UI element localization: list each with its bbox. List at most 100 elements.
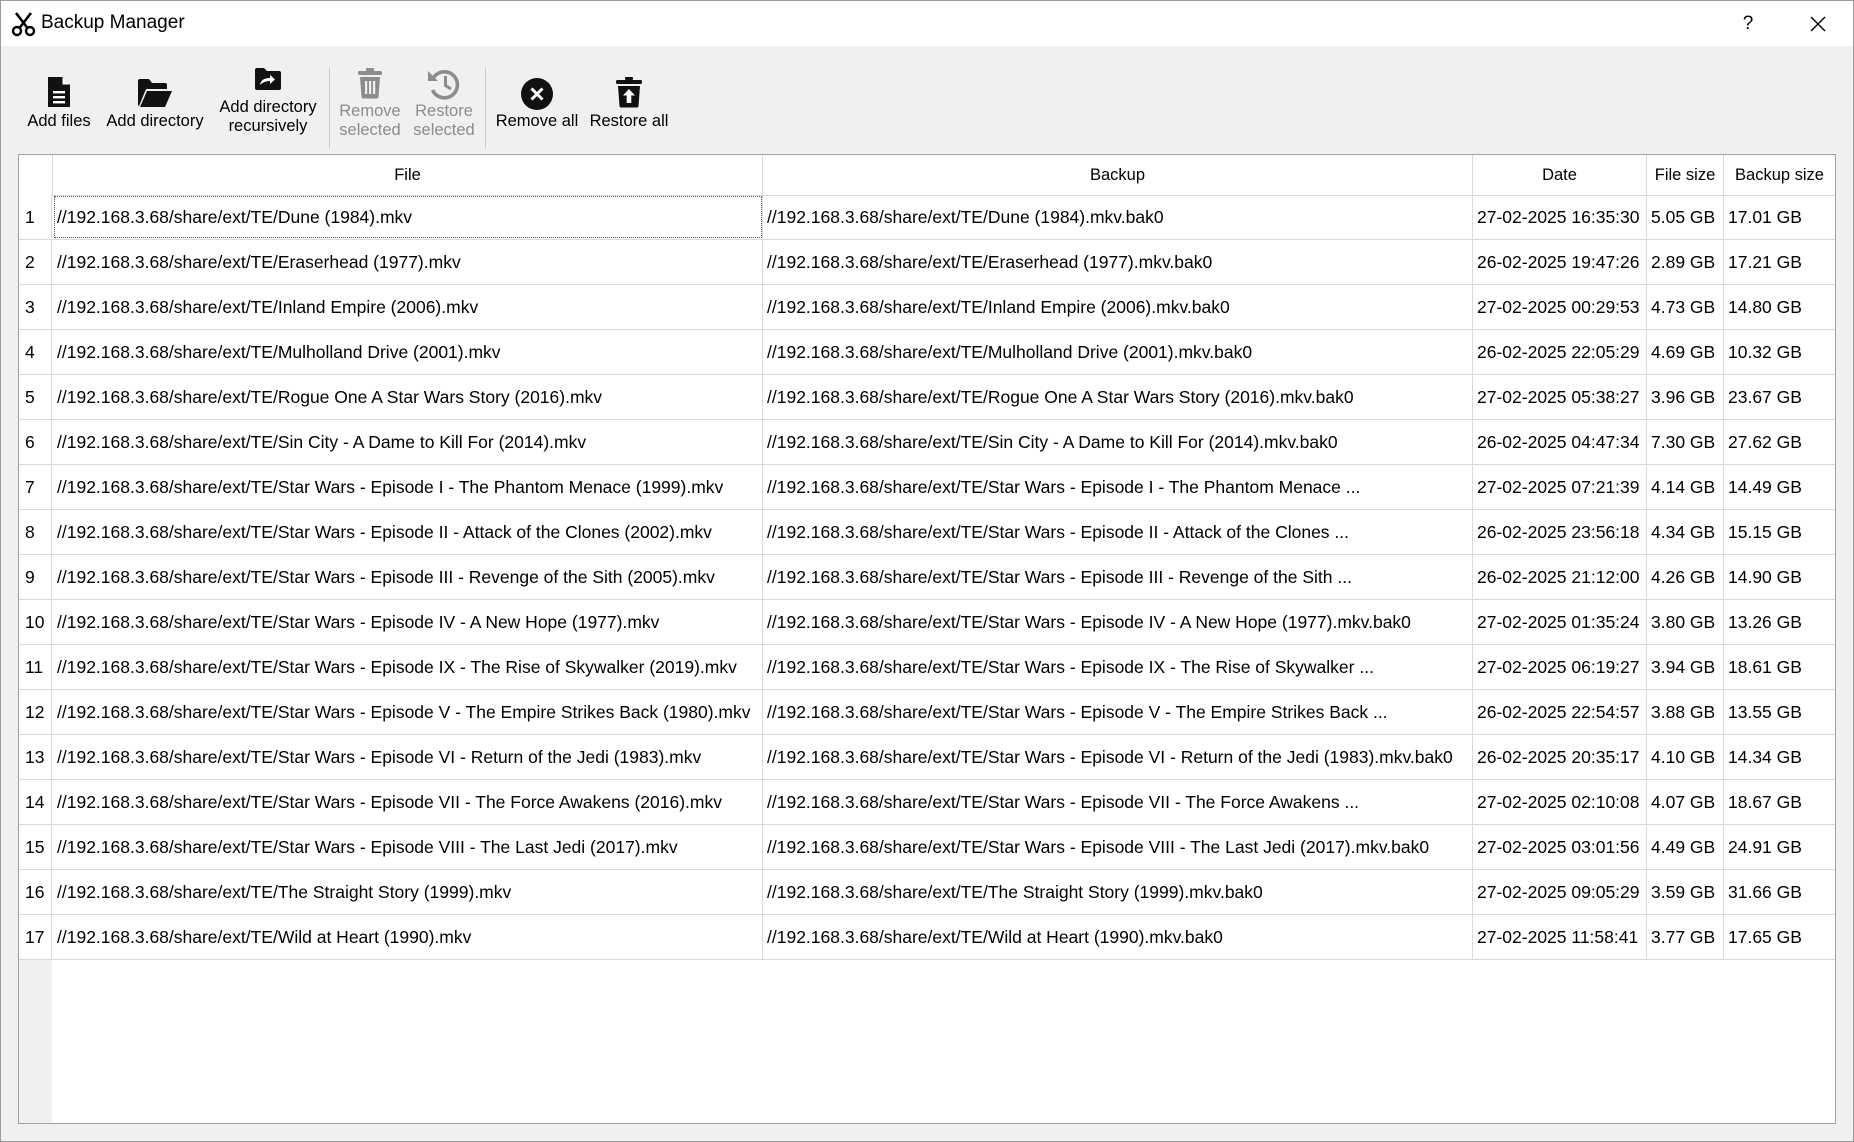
cell-file-size[interactable]: 3.96 GB (1647, 375, 1724, 419)
cell-date[interactable]: 26-02-2025 23:56:18 (1473, 510, 1647, 554)
row-number[interactable]: 17 (19, 915, 52, 959)
cell-file[interactable]: //192.168.3.68/share/ext/TE/Star Wars - … (53, 555, 763, 599)
add-directory-recursively-button[interactable]: Add directory recursively (215, 46, 321, 150)
cell-file-size[interactable]: 3.88 GB (1647, 690, 1724, 734)
cell-date[interactable]: 26-02-2025 21:12:00 (1473, 555, 1647, 599)
row-number[interactable]: 15 (19, 825, 52, 869)
cell-backup[interactable]: //192.168.3.68/share/ext/TE/Star Wars - … (763, 465, 1473, 509)
cell-backup-size[interactable]: 14.80 GB (1724, 285, 1835, 329)
cell-file-size[interactable]: 4.34 GB (1647, 510, 1724, 554)
table-row[interactable]: 11 //192.168.3.68/share/ext/TE/Star Wars … (19, 645, 1835, 690)
table-row[interactable]: 5//192.168.3.68/share/ext/TE/Rogue One A… (19, 375, 1835, 420)
table-row[interactable]: 10//192.168.3.68/share/ext/TE/Star Wars … (19, 600, 1835, 645)
cell-file-size[interactable]: 4.07 GB (1647, 780, 1724, 824)
row-number[interactable]: 3 (19, 285, 52, 329)
remove-all-button[interactable]: Remove all (493, 46, 581, 150)
cell-file[interactable]: //192.168.3.68/share/ext/TE/Dune (1984).… (53, 195, 763, 239)
table-row[interactable]: 9//192.168.3.68/share/ext/TE/Star Wars -… (19, 555, 1835, 600)
cell-backup[interactable]: //192.168.3.68/share/ext/TE/Wild at Hear… (763, 915, 1473, 959)
cell-backup[interactable]: //192.168.3.68/share/ext/TE/Star Wars - … (763, 600, 1473, 644)
cell-backup[interactable]: //192.168.3.68/share/ext/TE/Star Wars - … (763, 825, 1473, 869)
cell-backup[interactable]: //192.168.3.68/share/ext/TE/Sin City - A… (763, 420, 1473, 464)
table-row[interactable]: 17//192.168.3.68/share/ext/TE/Wild at He… (19, 915, 1835, 960)
cell-file-size[interactable]: 3.77 GB (1647, 915, 1724, 959)
cell-backup-size[interactable]: 14.49 GB (1724, 465, 1835, 509)
table-row[interactable]: 6 //192.168.3.68/share/ext/TE/Sin City - … (19, 420, 1835, 465)
row-number[interactable]: 6 (19, 420, 52, 464)
row-number[interactable]: 9 (19, 555, 52, 599)
row-number[interactable]: 8 (19, 510, 52, 554)
cell-backup-size[interactable]: 13.26 GB (1724, 600, 1835, 644)
row-number[interactable]: 4 (19, 330, 52, 374)
column-header-file-size[interactable]: File size (1647, 155, 1724, 195)
column-header-backup[interactable]: Backup (763, 155, 1473, 195)
cell-date[interactable]: 27-02-2025 03:01:56 (1473, 825, 1647, 869)
cell-date[interactable]: 27-02-2025 07:21:39 (1473, 465, 1647, 509)
row-number[interactable]: 11 (19, 645, 52, 689)
row-number[interactable]: 7 (19, 465, 52, 509)
cell-backup[interactable]: //192.168.3.68/share/ext/TE/Star Wars - … (763, 735, 1473, 779)
cell-file-size[interactable]: 4.10 GB (1647, 735, 1724, 779)
cell-backup-size[interactable]: 24.91 GB (1724, 825, 1835, 869)
cell-date[interactable]: 27-02-2025 16:35:30 (1473, 195, 1647, 239)
corner-header[interactable] (19, 155, 53, 195)
cell-backup-size[interactable]: 18.61 GB (1724, 645, 1835, 689)
column-header-date[interactable]: Date (1473, 155, 1647, 195)
cell-date[interactable]: 27-02-2025 05:38:27 (1473, 375, 1647, 419)
cell-backup[interactable]: //192.168.3.68/share/ext/TE/Star Wars - … (763, 510, 1473, 554)
cell-backup-size[interactable]: 14.90 GB (1724, 555, 1835, 599)
cell-file[interactable]: //192.168.3.68/share/ext/TE/Wild at Hear… (53, 915, 763, 959)
row-number[interactable]: 1 (19, 195, 52, 239)
table-row[interactable]: 7 //192.168.3.68/share/ext/TE/Star Wars -… (19, 465, 1835, 510)
cell-date[interactable]: 26-02-2025 20:35:17 (1473, 735, 1647, 779)
cell-file-size[interactable]: 4.14 GB (1647, 465, 1724, 509)
cell-backup[interactable]: //192.168.3.68/share/ext/TE/Mulholland D… (763, 330, 1473, 374)
cell-file[interactable]: //192.168.3.68/share/ext/TE/Star Wars - … (53, 510, 763, 554)
cell-backup[interactable]: //192.168.3.68/share/ext/TE/Star Wars - … (763, 780, 1473, 824)
table-row[interactable]: 14//192.168.3.68/share/ext/TE/Star Wars … (19, 780, 1835, 825)
cell-backup[interactable]: //192.168.3.68/share/ext/TE/Star Wars - … (763, 555, 1473, 599)
cell-file[interactable]: //192.168.3.68/share/ext/TE/Mulholland D… (53, 330, 763, 374)
cell-date[interactable]: 27-02-2025 00:29:53 (1473, 285, 1647, 329)
table-row[interactable]: 2//192.168.3.68/share/ext/TE/Eraserhead … (19, 240, 1835, 285)
row-number[interactable]: 2 (19, 240, 52, 284)
cell-backup-size[interactable]: 23.67 GB (1724, 375, 1835, 419)
cell-file[interactable]: //192.168.3.68/share/ext/TE/Star Wars - … (53, 780, 763, 824)
help-button[interactable]: ? (1725, 7, 1771, 41)
restore-selected-button[interactable]: Restore selected (411, 46, 477, 150)
table-row[interactable]: 3//192.168.3.68/share/ext/TE/Inland Empi… (19, 285, 1835, 330)
cell-file[interactable]: //192.168.3.68/share/ext/TE/Inland Empir… (53, 285, 763, 329)
cell-backup-size[interactable]: 31.66 GB (1724, 870, 1835, 914)
cell-file-size[interactable]: 2.89 GB (1647, 240, 1724, 284)
cell-file-size[interactable]: 4.49 GB (1647, 825, 1724, 869)
cell-date[interactable]: 26-02-2025 22:54:57 (1473, 690, 1647, 734)
cell-file-size[interactable]: 3.80 GB (1647, 600, 1724, 644)
table-row[interactable]: 4//192.168.3.68/share/ext/TE/Mulholland … (19, 330, 1835, 375)
table-row[interactable]: 1//192.168.3.68/share/ext/TE/Dune (1984)… (19, 195, 1835, 240)
table-row[interactable]: 12//192.168.3.68/share/ext/TE/Star Wars … (19, 690, 1835, 735)
cell-date[interactable]: 26-02-2025 04:47:34 (1473, 420, 1647, 464)
cell-file[interactable]: //192.168.3.68/share/ext/TE/Star Wars - … (53, 600, 763, 644)
cell-backup-size[interactable]: 14.34 GB (1724, 735, 1835, 779)
table-row[interactable]: 16//192.168.3.68/share/ext/TE/The Straig… (19, 870, 1835, 915)
cell-backup-size[interactable]: 17.01 GB (1724, 195, 1835, 239)
cell-file-size[interactable]: 3.94 GB (1647, 645, 1724, 689)
backup-table[interactable]: File Backup Date File size Backup size 1… (18, 154, 1836, 1124)
cell-date[interactable]: 27-02-2025 01:35:24 (1473, 600, 1647, 644)
cell-backup-size[interactable]: 15.15 GB (1724, 510, 1835, 554)
cell-file-size[interactable]: 4.26 GB (1647, 555, 1724, 599)
row-number[interactable]: 14 (19, 780, 52, 824)
cell-backup[interactable]: //192.168.3.68/share/ext/TE/Star Wars - … (763, 645, 1473, 689)
cell-backup-size[interactable]: 10.32 GB (1724, 330, 1835, 374)
cell-backup-size[interactable]: 17.65 GB (1724, 915, 1835, 959)
cell-backup-size[interactable]: 27.62 GB (1724, 420, 1835, 464)
row-number[interactable]: 16 (19, 870, 52, 914)
cell-file-size[interactable]: 3.59 GB (1647, 870, 1724, 914)
table-row[interactable]: 13//192.168.3.68/share/ext/TE/Star Wars … (19, 735, 1835, 780)
cell-backup[interactable]: //192.168.3.68/share/ext/TE/Rogue One A … (763, 375, 1473, 419)
cell-file[interactable]: //192.168.3.68/share/ext/TE/Rogue One A … (53, 375, 763, 419)
cell-backup[interactable]: //192.168.3.68/share/ext/TE/Dune (1984).… (763, 195, 1473, 239)
row-number[interactable]: 10 (19, 600, 52, 644)
cell-file[interactable]: //192.168.3.68/share/ext/TE/Star Wars - … (53, 690, 763, 734)
close-button[interactable] (1793, 7, 1843, 41)
